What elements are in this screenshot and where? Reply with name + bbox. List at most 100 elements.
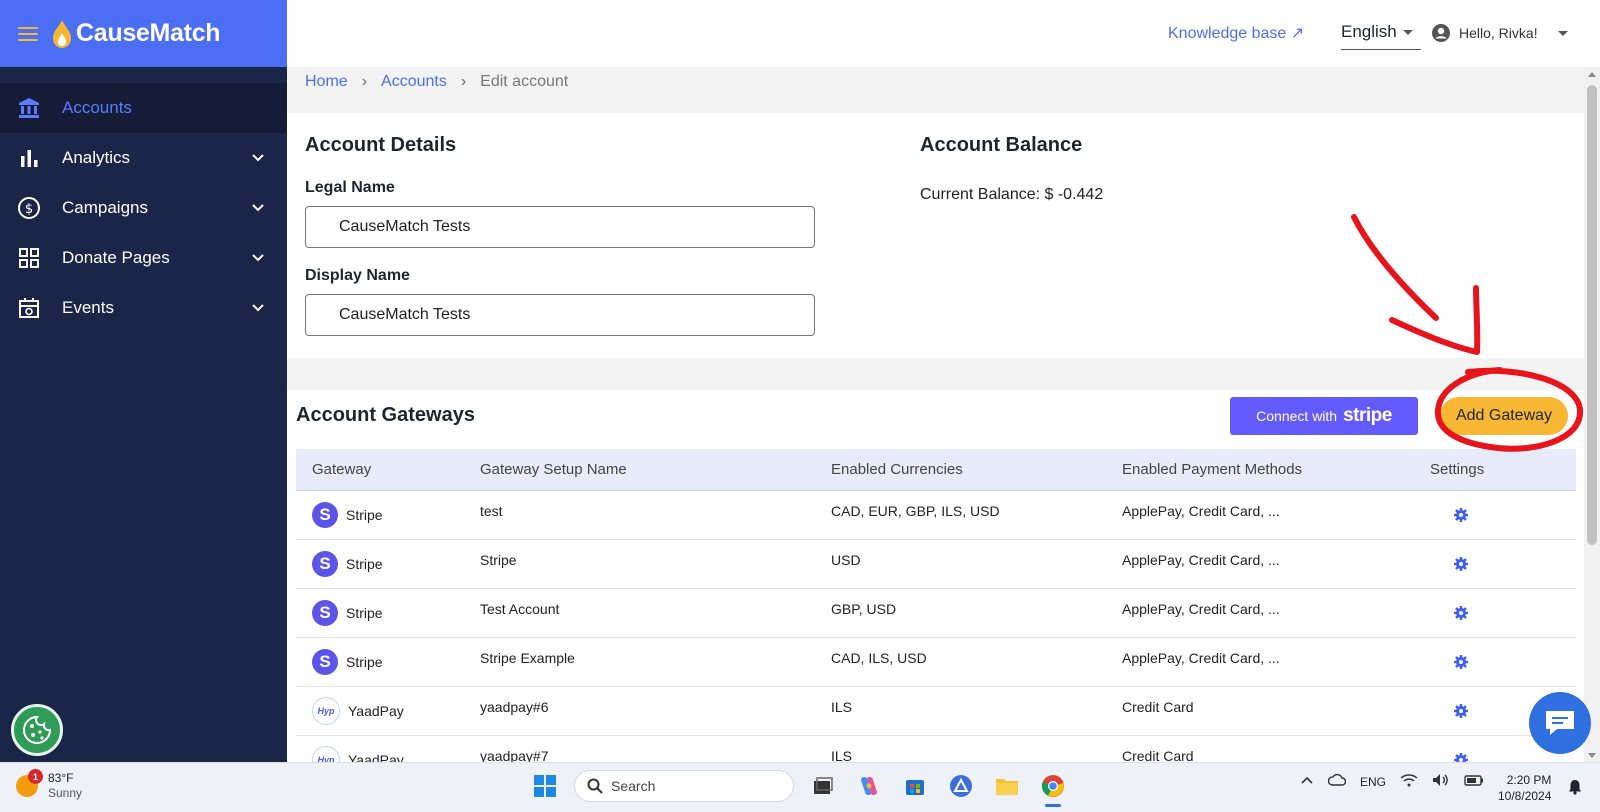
settings-cell: [1430, 491, 1576, 539]
stripe-logo-icon: S: [312, 649, 338, 675]
gear-icon[interactable]: [1450, 651, 1472, 673]
chrome-icon[interactable]: [1036, 769, 1070, 807]
onedrive-icon[interactable]: [1327, 773, 1347, 790]
volume-icon[interactable]: [1432, 773, 1450, 790]
taskbar-apps: Search: [528, 769, 1070, 807]
column-header: Enabled Payment Methods: [1122, 461, 1303, 478]
copilot-icon[interactable]: [852, 769, 886, 803]
gateway-name: Stripe: [346, 507, 383, 523]
gateway-cell: Hyp YaadPay: [296, 736, 480, 762]
breadcrumb-accounts[interactable]: Accounts: [381, 73, 447, 91]
table-row[interactable]: S Stripe Test Account GBP, USD ApplePay,…: [296, 589, 1576, 638]
system-tray: ENG: [1300, 773, 1484, 790]
gear-icon[interactable]: [1450, 553, 1472, 575]
breadcrumb-current: Edit account: [480, 73, 569, 90]
sidebar-item-label: Events: [62, 298, 114, 317]
hamburger-menu-icon[interactable]: [18, 26, 38, 41]
page-scrollbar[interactable]: [1584, 67, 1600, 762]
legal-name-label: Legal Name: [305, 179, 395, 196]
payment-methods-cell: ApplePay, Credit Card, ...: [1122, 552, 1280, 568]
breadcrumb-separator: ›: [460, 73, 467, 90]
scroll-up-arrow-icon[interactable]: [1588, 72, 1596, 77]
input-language[interactable]: ENG: [1360, 775, 1386, 789]
sidebar-item-events[interactable]: Events: [0, 283, 287, 333]
sidebar-item-label: Accounts: [62, 98, 132, 117]
sidebar-item-analytics[interactable]: Analytics: [0, 133, 287, 183]
scroll-down-arrow-icon[interactable]: [1588, 753, 1596, 758]
notification-badge: 1: [28, 769, 43, 784]
payment-methods-cell: ApplePay, Credit Card, ...: [1122, 650, 1280, 666]
weather-widget[interactable]: 1 83°F Sunny: [16, 769, 83, 801]
cookie-settings-button[interactable]: [11, 704, 63, 756]
causematch-logo[interactable]: CauseMatch: [52, 19, 221, 49]
system-clock[interactable]: 2:20 PM 10/8/2024: [1498, 772, 1551, 804]
chevron-down-icon: [252, 204, 264, 212]
live-chat-button[interactable]: [1529, 692, 1591, 754]
gear-icon[interactable]: [1450, 602, 1472, 624]
display-name-field[interactable]: [305, 294, 815, 336]
gear-icon[interactable]: [1450, 700, 1472, 722]
brand-name: CauseMatch: [76, 19, 221, 47]
wifi-icon[interactable]: [1400, 773, 1418, 790]
gateway-cell: S Stripe: [296, 491, 480, 539]
gateway-cell: S Stripe: [296, 589, 480, 637]
hyp-logo-icon: Hyp: [312, 697, 340, 725]
os-taskbar: 1 83°F Sunny Search ENG 2:20 PM 10/8/202…: [0, 762, 1600, 812]
gateway-name: YaadPay: [348, 703, 404, 719]
gear-icon[interactable]: [1450, 504, 1472, 526]
svg-text:$: $: [25, 202, 33, 217]
legal-name-field[interactable]: [305, 206, 815, 248]
currencies-cell: ILS: [831, 748, 853, 762]
breadcrumb-separator: ›: [361, 73, 368, 90]
language-select[interactable]: English: [1341, 22, 1421, 50]
column-header: Gateway Setup Name: [480, 461, 627, 478]
connect-with-stripe-button[interactable]: Connect with stripe: [1230, 397, 1418, 435]
weather-condition: Sunny: [48, 786, 83, 800]
table-row[interactable]: S Stripe Stripe Example CAD, ILS, USD Ap…: [296, 638, 1576, 687]
currencies-cell: CAD, ILS, USD: [831, 650, 927, 666]
flame-icon: [53, 19, 71, 48]
scrollbar-thumb[interactable]: [1587, 85, 1597, 545]
sidebar-item-donate-pages[interactable]: Donate Pages: [0, 233, 287, 283]
chevron-up-icon[interactable]: [1300, 773, 1314, 790]
gateway-name: Stripe: [346, 556, 383, 572]
user-greeting: Hello, Rivka!: [1459, 25, 1538, 41]
user-menu[interactable]: Hello, Rivka!: [1431, 23, 1568, 43]
windows-start-icon[interactable]: [528, 769, 562, 803]
notification-bell-icon[interactable]: [1568, 779, 1582, 800]
table-row[interactable]: Hyp YaadPay yaadpay#6 ILS Credit Card: [296, 687, 1576, 736]
breadcrumb-home[interactable]: Home: [305, 73, 348, 91]
battery-icon[interactable]: [1464, 773, 1484, 790]
breadcrumb: Home › Accounts › Edit account: [305, 73, 568, 91]
task-view-icon[interactable]: [806, 769, 840, 803]
stripe-wordmark: stripe: [1343, 405, 1392, 426]
sidebar-item-label: Donate Pages: [62, 248, 170, 267]
sidebar-item-campaigns[interactable]: $ Campaigns: [0, 183, 287, 233]
sidebar-nav: Accounts Analytics $ Campaigns Donate Pa…: [0, 67, 287, 333]
gateway-cell: S Stripe: [296, 638, 480, 686]
add-gateway-button[interactable]: Add Gateway: [1440, 397, 1568, 435]
microsoft-store-icon[interactable]: [898, 769, 932, 803]
language-value: English: [1341, 22, 1397, 41]
payment-methods-cell: Credit Card: [1122, 748, 1194, 762]
table-row[interactable]: S Stripe Stripe USD ApplePay, Credit Car…: [296, 540, 1576, 589]
app-triangle-icon[interactable]: [944, 769, 978, 803]
settings-cell: [1430, 589, 1576, 637]
temperature: 83°F: [48, 771, 74, 785]
calendar-icon: [16, 295, 42, 321]
bank-icon: [16, 95, 42, 121]
knowledge-base-link[interactable]: Knowledge base ↗: [1168, 23, 1304, 43]
setup-name-cell: test: [480, 503, 503, 519]
table-row[interactable]: Hyp YaadPay yaadpay#7 ILS Credit Card: [296, 736, 1576, 762]
clock-time: 2:20 PM: [1506, 773, 1552, 787]
gateways-table: Gateway Gateway Setup Name Enabled Curre…: [296, 449, 1576, 762]
setup-name-cell: yaadpay#6: [480, 699, 549, 715]
gear-icon[interactable]: [1450, 749, 1472, 762]
gateway-name: Stripe: [346, 605, 383, 621]
current-balance: Current Balance: $ -0.442: [920, 186, 1104, 203]
taskbar-search-input[interactable]: Search: [574, 770, 794, 802]
sidebar-item-accounts[interactable]: Accounts: [0, 83, 287, 133]
file-explorer-icon[interactable]: [990, 769, 1024, 803]
setup-name-cell: Stripe: [480, 552, 517, 568]
table-row[interactable]: S Stripe test CAD, EUR, GBP, ILS, USD Ap…: [296, 491, 1576, 540]
